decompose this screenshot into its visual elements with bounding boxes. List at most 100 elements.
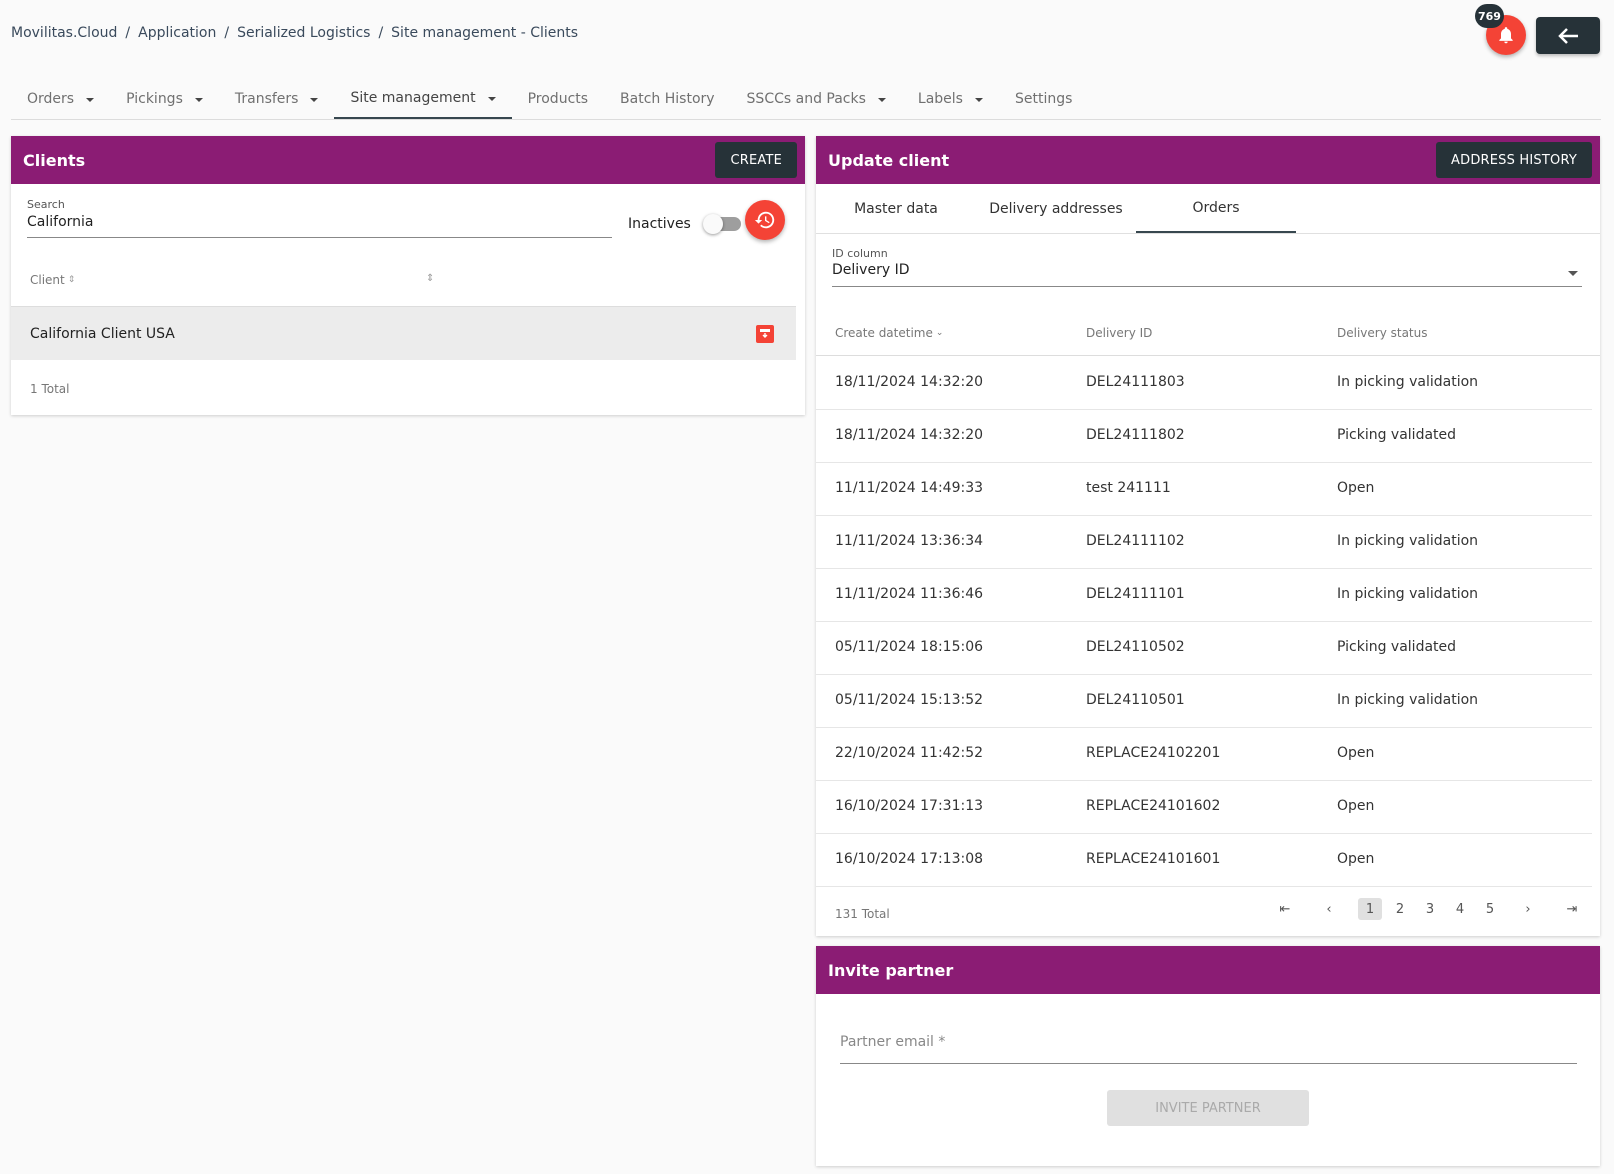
invite-partner-header: Invite partner <box>816 946 1600 994</box>
nav-label: Transfers <box>234 91 299 107</box>
column-label: Delivery status <box>1337 326 1428 340</box>
first-page-icon[interactable]: ⇤ <box>1270 898 1300 920</box>
address-history-button[interactable]: ADDRESS HISTORY <box>1436 142 1592 178</box>
nav-batch-history[interactable]: Batch History <box>604 79 731 119</box>
column-label: Create datetime <box>835 326 933 340</box>
table-row[interactable]: California Client USA <box>11 306 796 360</box>
table-row[interactable]: 05/11/2024 15:13:52 DEL24110501 In picki… <box>816 675 1592 728</box>
sort-desc-icon: ⌄ <box>935 328 944 338</box>
delivery-status: Open <box>1337 745 1375 761</box>
nav-label: Settings <box>1014 91 1073 107</box>
nav-transfers[interactable]: Transfers <box>219 79 335 119</box>
nav-label: Labels <box>917 91 963 107</box>
archive-icon[interactable] <box>756 325 774 343</box>
delivery-id: REPLACE24101602 <box>1086 798 1221 814</box>
delivery-status: Open <box>1337 851 1375 867</box>
delivery-status: Picking validated <box>1337 639 1457 655</box>
nav-products[interactable]: Products <box>512 79 604 119</box>
breadcrumb-separator: / <box>224 25 230 41</box>
id-column-value: Delivery ID <box>832 262 910 278</box>
nav-label: Pickings <box>126 91 183 107</box>
breadcrumb-item[interactable]: Serialized Logistics <box>237 25 370 41</box>
sort-icon[interactable]: ⇕ <box>426 273 434 284</box>
client-column-header[interactable]: Client ⇕ <box>30 273 75 287</box>
delivery-status: Picking validated <box>1337 427 1457 443</box>
nav-labels[interactable]: Labels <box>902 79 999 119</box>
prev-page-icon[interactable]: ‹ <box>1314 898 1344 920</box>
history-button[interactable] <box>745 200 785 240</box>
clients-header: Clients CREATE <box>11 136 805 184</box>
column-delivery-id[interactable]: Delivery ID <box>1086 326 1152 340</box>
table-row[interactable]: 05/11/2024 18:15:06 DEL24110502 Picking … <box>816 622 1592 675</box>
nav-site-management[interactable]: Site management <box>334 79 512 119</box>
last-page-icon[interactable]: ⇥ <box>1557 898 1587 920</box>
create-datetime: 11/11/2024 11:36:46 <box>835 586 984 602</box>
bell-icon <box>1499 27 1513 44</box>
create-button[interactable]: CREATE <box>715 142 797 178</box>
search-input[interactable]: Search California <box>27 198 612 238</box>
update-client-panel: Update client ADDRESS HISTORY Master dat… <box>816 136 1600 936</box>
table-row[interactable]: 16/10/2024 17:31:13 REPLACE24101602 Open <box>816 781 1592 834</box>
breadcrumb-separator: / <box>378 25 384 41</box>
clients-panel: Clients CREATE Search California Inactiv… <box>11 136 805 415</box>
table-row[interactable]: 11/11/2024 11:36:46 DEL24111101 In picki… <box>816 569 1592 622</box>
tab-delivery-addresses[interactable]: Delivery addresses <box>976 184 1136 233</box>
nav-ssccs-and-packs[interactable]: SSCCs and Packs <box>731 79 902 119</box>
delivery-id: DEL24111101 <box>1086 586 1185 602</box>
caret-down-icon <box>194 98 203 102</box>
notification-count-badge: 769 <box>1475 4 1504 28</box>
caret-down-icon <box>974 98 983 102</box>
invite-partner-panel: Invite partner Partner email * INVITE PA… <box>816 946 1600 1166</box>
tab-orders[interactable]: Orders <box>1136 184 1296 233</box>
id-column-select[interactable]: ID column Delivery ID <box>832 247 1582 287</box>
tab-master-data[interactable]: Master data <box>816 184 976 233</box>
inactives-toggle[interactable] <box>702 214 741 234</box>
breadcrumb-item[interactable]: Movilitas.Cloud <box>11 25 117 41</box>
table-row[interactable]: 11/11/2024 13:36:34 DEL24111102 In picki… <box>816 516 1592 569</box>
page-4[interactable]: 4 <box>1445 898 1475 920</box>
create-datetime: 18/11/2024 14:32:20 <box>835 427 984 443</box>
page-3[interactable]: 3 <box>1415 898 1445 920</box>
nav-label: Batch History <box>620 91 715 107</box>
create-datetime: 16/10/2024 17:31:13 <box>835 798 984 814</box>
table-row[interactable]: 16/10/2024 17:13:08 REPLACE24101601 Open <box>816 834 1592 887</box>
search-label: Search <box>27 198 65 211</box>
column-delivery-status[interactable]: Delivery status <box>1337 326 1428 340</box>
arrow-left-icon <box>1558 27 1578 44</box>
toggle-knob <box>702 214 723 234</box>
page-5[interactable]: 5 <box>1475 898 1505 920</box>
create-datetime: 16/10/2024 17:13:08 <box>835 851 984 867</box>
delivery-id: DEL24110502 <box>1086 639 1185 655</box>
nav-label: Orders <box>27 91 75 107</box>
column-create-datetime[interactable]: Create datetime ⌄ <box>835 326 943 340</box>
page-1[interactable]: 1 <box>1358 898 1382 920</box>
nav-pickings[interactable]: Pickings <box>110 79 219 119</box>
page-2[interactable]: 2 <box>1385 898 1415 920</box>
table-row[interactable]: 18/11/2024 14:32:20 DEL24111803 In picki… <box>816 357 1592 410</box>
delivery-id: test 241111 <box>1086 480 1171 496</box>
breadcrumb-separator: / <box>125 25 131 41</box>
caret-down-icon <box>487 97 496 101</box>
column-label: Client <box>30 273 65 287</box>
delivery-status: In picking validation <box>1337 374 1479 390</box>
create-datetime: 11/11/2024 14:49:33 <box>835 480 984 496</box>
partner-email-field[interactable]: Partner email * <box>840 1034 1577 1064</box>
next-page-icon[interactable]: › <box>1513 898 1543 920</box>
back-button[interactable] <box>1536 17 1600 54</box>
nav-settings[interactable]: Settings <box>999 79 1088 119</box>
table-row[interactable]: 11/11/2024 14:49:33 test 241111 Open <box>816 463 1592 516</box>
table-row[interactable]: 22/10/2024 11:42:52 REPLACE24102201 Open <box>816 728 1592 781</box>
table-row[interactable]: 18/11/2024 14:32:20 DEL24111802 Picking … <box>816 410 1592 463</box>
client-name: California Client USA <box>30 325 175 342</box>
create-datetime: 05/11/2024 15:13:52 <box>835 692 984 708</box>
search-value[interactable]: California <box>27 214 612 230</box>
delivery-status: Open <box>1337 798 1375 814</box>
breadcrumb-item[interactable]: Application <box>138 25 216 41</box>
nav-label: SSCCs and Packs <box>746 91 866 107</box>
delivery-status: In picking validation <box>1337 586 1479 602</box>
create-datetime: 11/11/2024 13:36:34 <box>835 533 984 549</box>
delivery-id: DEL24110501 <box>1086 692 1185 708</box>
caret-down-icon <box>877 98 886 102</box>
nav-orders[interactable]: Orders <box>11 79 110 119</box>
invite-partner-button[interactable]: INVITE PARTNER <box>1107 1090 1309 1126</box>
